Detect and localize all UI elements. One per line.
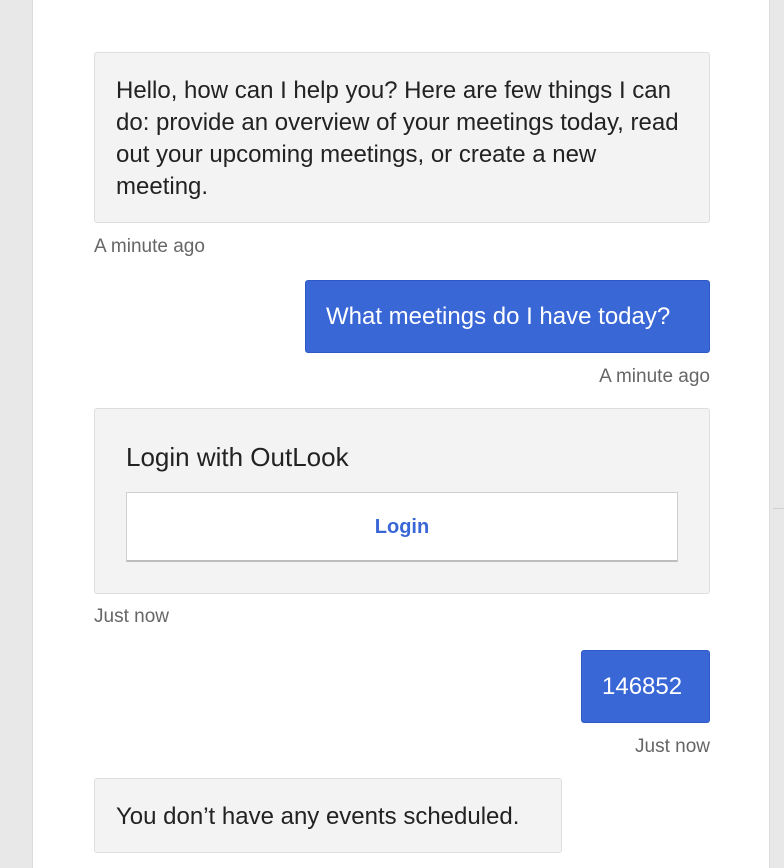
login-card: Login with OutLook Login [94, 408, 710, 594]
bot-message: Hello, how can I help you? Here are few … [94, 52, 710, 223]
bot-message: You don’t have any events scheduled. [94, 778, 562, 853]
message-timestamp: A minute ago [94, 236, 205, 257]
login-button[interactable]: Login [126, 492, 678, 562]
message-timestamp: Just now [635, 736, 710, 757]
user-message-text: 146852 [602, 673, 683, 700]
divider [773, 508, 784, 509]
login-card-title: Login with OutLook [126, 442, 349, 472]
message-timestamp: A minute ago [599, 366, 710, 387]
bot-message-text: Hello, how can I help you? Here are few … [116, 77, 679, 200]
message-timestamp: Just now [94, 606, 169, 627]
user-message: What meetings do I have today? [305, 280, 710, 353]
login-button-label: Login [374, 515, 430, 538]
user-message-text: What meetings do I have today? [326, 303, 671, 330]
bot-message-text: You don’t have any events scheduled. [116, 803, 520, 830]
user-message: 146852 [581, 650, 710, 723]
